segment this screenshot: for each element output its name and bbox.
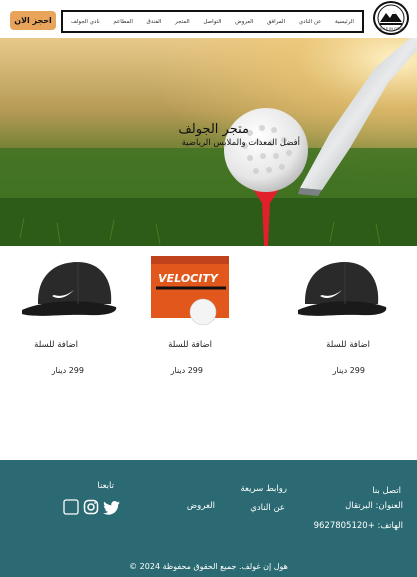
hero-subtitle: أفضل المعدات والملابس الرياضية [181, 138, 300, 148]
club-logo[interactable]: HOLE IN GOLF [373, 1, 409, 35]
nav-item-store[interactable]: المتجر [175, 19, 190, 25]
hero-title: متجر الجولف [178, 122, 249, 137]
nav-item-golf-club[interactable]: نادي الجولف [71, 19, 100, 25]
product-card: VELOCITY اضافة للسلة 299 دينار [148, 252, 258, 402]
follow-title: تابعنا [97, 481, 114, 491]
nav-item-hotel[interactable]: الفندق [147, 19, 162, 25]
product-card: اضافة للسلة 299 دينار [16, 252, 126, 402]
footer-link-about[interactable]: عن النادي [250, 503, 285, 513]
svg-text:HOLE IN GOLF: HOLE IN GOLF [379, 27, 404, 31]
product-price: 299 دينار [332, 366, 365, 375]
contact-phone: الهاتف: +9627805120 [313, 521, 403, 531]
nav-item-restaurants[interactable]: المطاعم [113, 19, 133, 25]
hero-banner: متجر الجولف أفضل المعدات والملابس الرياض… [0, 38, 417, 246]
contact-title: اتصل بنا [372, 486, 401, 496]
site-header: HOLE IN GOLF الرئيسية عن النادي المرافق … [0, 0, 417, 38]
site-footer: اتصل بنا العنوان: البرتقال الهاتف: +9627… [0, 460, 417, 577]
nav-item-about[interactable]: عن النادي [299, 19, 322, 25]
copyright-text: هول إن غولف. جميع الحقوق محفوظة 2024 © [129, 562, 288, 571]
quick-links-title: روابط سريعة [240, 484, 287, 494]
nav-item-contact[interactable]: التواصل [203, 19, 221, 25]
add-to-cart-button[interactable]: اضافة للسلة [326, 340, 370, 350]
products-section: اضافة للسلة 299 دينار VELOCITY اضافة للس… [0, 246, 417, 460]
product-price: 299 دينار [51, 366, 84, 375]
product-price: 299 دينار [170, 366, 203, 375]
instagram-icon[interactable] [83, 499, 99, 519]
social-icons [63, 499, 120, 519]
golf-cap-image [22, 262, 117, 316]
contact-address: العنوان: البرتقال [345, 501, 403, 511]
footer-link-offers[interactable]: العروض [187, 501, 215, 511]
golf-balls-box-image: VELOCITY [151, 256, 229, 326]
svg-text:VELOCITY: VELOCITY [158, 272, 219, 285]
square-icon[interactable] [63, 499, 79, 519]
golf-cap-image [298, 262, 387, 316]
nav-item-offers[interactable]: العروض [235, 19, 253, 25]
product-card: اضافة للسلة 299 دينار [290, 252, 400, 402]
add-to-cart-button[interactable]: اضافة للسلة [34, 340, 78, 350]
nav-item-facilities[interactable]: المرافق [267, 19, 285, 25]
add-to-cart-button[interactable]: اضافة للسلة [168, 340, 212, 350]
nav-item-home[interactable]: الرئيسية [335, 19, 354, 25]
main-nav: الرئيسية عن النادي المرافق العروض التواص… [61, 10, 364, 33]
twitter-icon[interactable] [103, 500, 120, 519]
book-now-button[interactable]: احجز الان [10, 11, 56, 30]
